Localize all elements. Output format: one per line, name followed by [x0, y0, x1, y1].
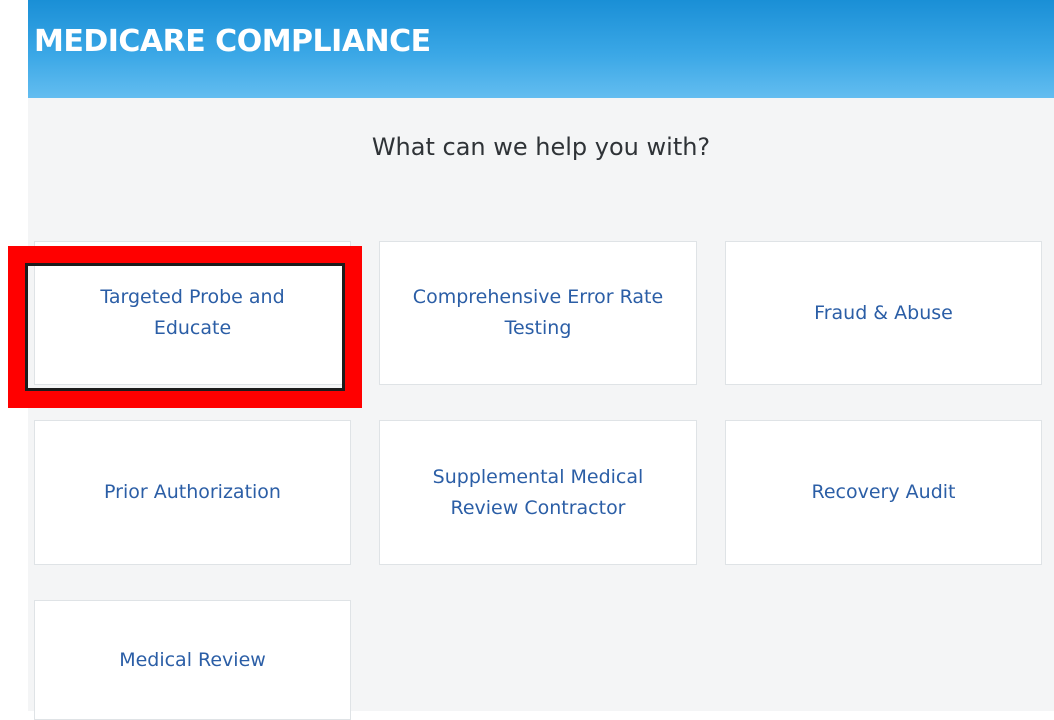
card-comprehensive-error-rate-testing[interactable]: Comprehensive Error Rate Testing — [379, 241, 697, 385]
card-label: Recovery Audit — [811, 481, 956, 503]
card-fraud-and-abuse[interactable]: Fraud & Abuse — [725, 241, 1042, 385]
card-recovery-audit[interactable]: Recovery Audit — [725, 420, 1042, 565]
card-targeted-probe-and-educate[interactable]: Targeted Probe and Educate — [34, 241, 351, 385]
card-prior-authorization[interactable]: Prior Authorization — [34, 420, 351, 565]
page-title: MEDICARE COMPLIANCE — [34, 24, 431, 59]
compliance-panel: MEDICARE COMPLIANCE What can we help you… — [28, 0, 1054, 720]
card-medical-review[interactable]: Medical Review — [34, 600, 351, 720]
card-label: Targeted Probe and Educate — [100, 286, 285, 339]
card-label: Prior Authorization — [104, 481, 281, 503]
card-label: Supplemental Medical Review Contractor — [432, 465, 644, 519]
card-supplemental-medical-review-contractor[interactable]: Supplemental Medical Review Contractor — [379, 420, 697, 565]
card-label: Fraud & Abuse — [814, 301, 953, 324]
card-label: Medical Review — [119, 648, 266, 671]
help-prompt: What can we help you with? — [371, 133, 711, 161]
header-bar: MEDICARE COMPLIANCE — [28, 0, 1054, 98]
card-label: Comprehensive Error Rate Testing — [412, 286, 664, 339]
